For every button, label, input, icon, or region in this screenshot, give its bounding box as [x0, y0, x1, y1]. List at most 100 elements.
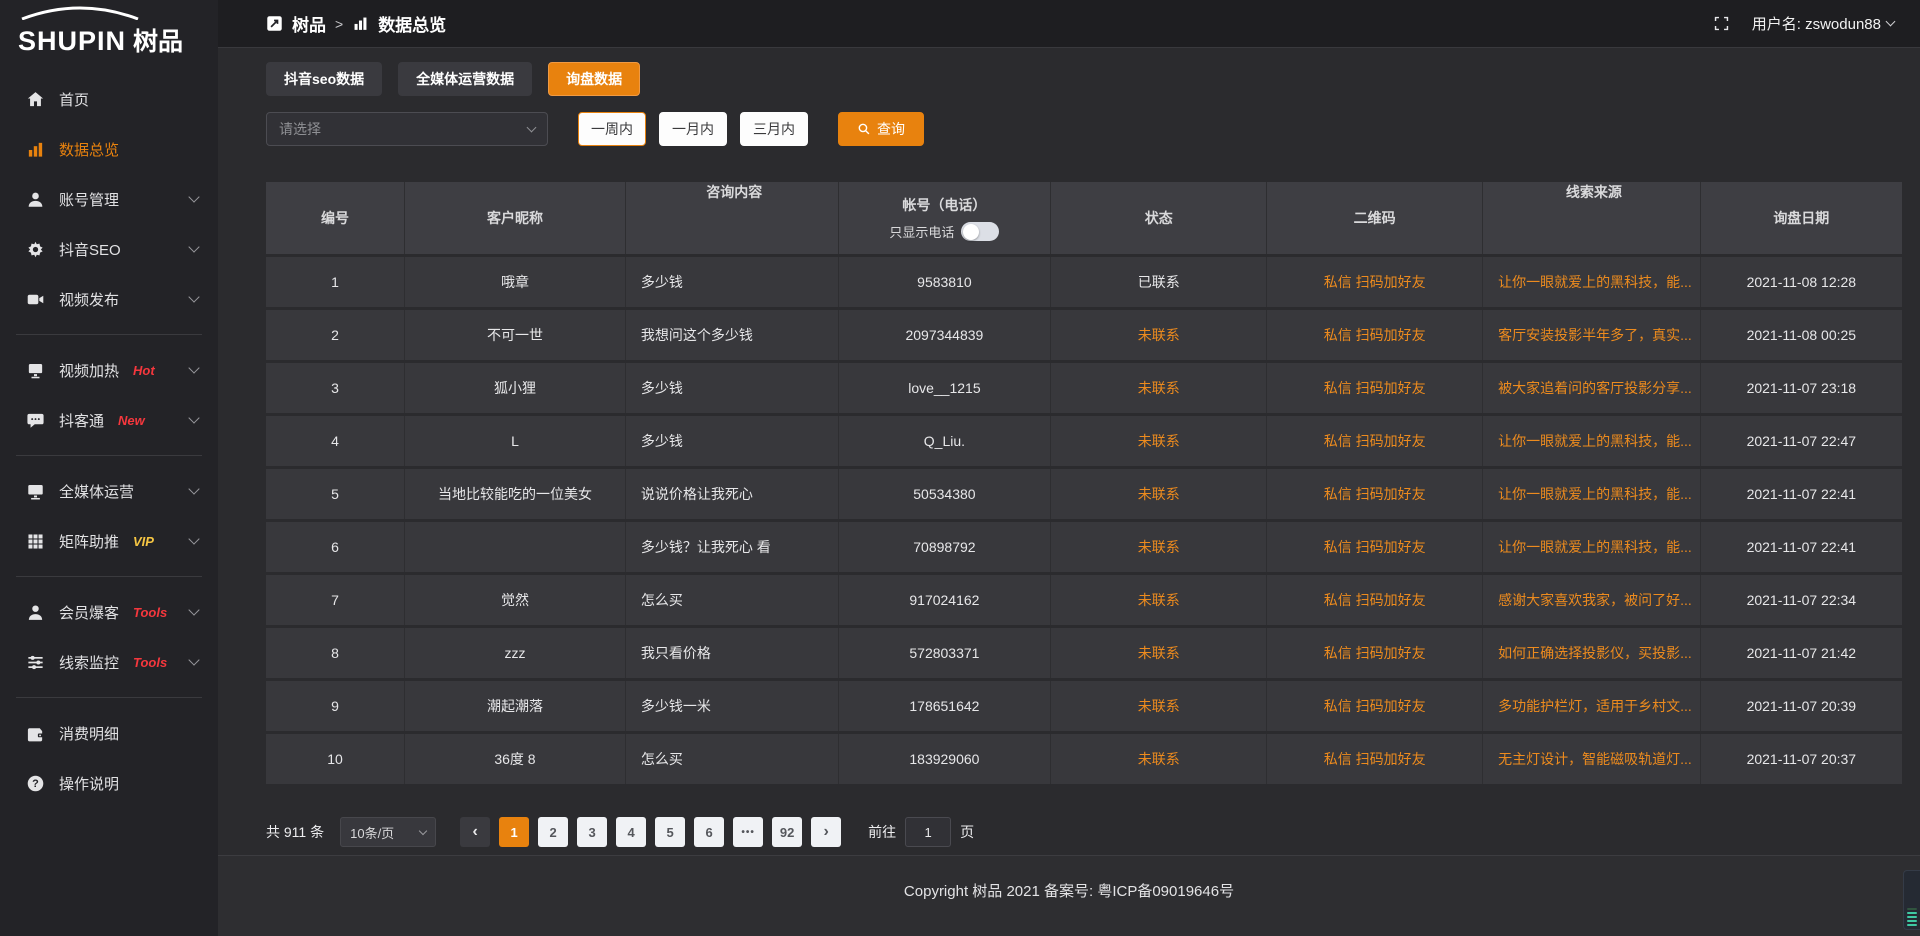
floating-widget[interactable] [1903, 870, 1920, 930]
cell-id: 9 [266, 681, 405, 731]
sidebar-item-视频加热[interactable]: 视频加热Hot [0, 345, 218, 395]
cell-id: 10 [266, 734, 405, 784]
cell-account: 572803371 [839, 628, 1052, 678]
qrcode-link[interactable]: 私信 扫码加好友 [1267, 734, 1483, 784]
next-page-button[interactable]: › [811, 817, 841, 847]
source-link[interactable]: 如何正确选择投影仪，买投影... [1483, 628, 1701, 678]
qrcode-link[interactable]: 私信 扫码加好友 [1267, 681, 1483, 731]
sidebar-divider [16, 697, 202, 698]
filter-bar: 请选择 一周内 一月内 三月内 查询 [266, 112, 1902, 146]
member-icon [26, 603, 45, 622]
sidebar-item-视频发布[interactable]: 视频发布 [0, 274, 218, 324]
sidebar-item-数据总览[interactable]: 数据总览 [0, 124, 218, 174]
cell-date: 2021-11-07 23:18 [1701, 363, 1902, 413]
cell-content: 多少钱一米 [626, 681, 839, 731]
goto-suffix-label: 页 [960, 822, 974, 842]
cell-content: 多少钱 [626, 363, 839, 413]
tab-omnimedia-data[interactable]: 全媒体运营数据 [398, 62, 532, 96]
cell-id: 1 [266, 257, 405, 307]
main-area: 树品 > 数据总览 用户名: zswodun88 抖音seo数据 [218, 0, 1920, 936]
sidebar-item-全媒体运营[interactable]: 全媒体运营 [0, 466, 218, 516]
breadcrumb-item-brand[interactable]: 树品 [292, 11, 326, 36]
page-button-3[interactable]: 3 [577, 817, 607, 847]
page-button-4[interactable]: 4 [616, 817, 646, 847]
source-link[interactable]: 被大家追着问的客厅投影分享... [1483, 363, 1701, 413]
page-size-select[interactable]: 10条/页 [340, 817, 436, 847]
period-three-months-button[interactable]: 三月内 [740, 112, 808, 146]
question-circle-icon: ? [26, 774, 45, 793]
goto-page-input[interactable] [905, 817, 951, 847]
qrcode-link[interactable]: 私信 扫码加好友 [1267, 310, 1483, 360]
cell-id: 2 [266, 310, 405, 360]
qrcode-link[interactable]: 私信 扫码加好友 [1267, 522, 1483, 572]
qrcode-link[interactable]: 私信 扫码加好友 [1267, 363, 1483, 413]
cell-account: love__1215 [839, 363, 1052, 413]
qrcode-link[interactable]: 私信 扫码加好友 [1267, 628, 1483, 678]
cell-date: 2021-11-08 00:25 [1701, 310, 1902, 360]
sidebar-item-label: 抖音SEO [59, 239, 121, 260]
source-link[interactable]: 让你一眼就爱上的黑科技，能... [1483, 257, 1701, 307]
cell-account: 2097344839 [839, 310, 1052, 360]
source-link[interactable]: 让你一眼就爱上的黑科技，能... [1483, 522, 1701, 572]
chevron-down-icon [1886, 17, 1896, 27]
account-select[interactable]: 请选择 [266, 112, 548, 146]
query-button[interactable]: 查询 [838, 112, 924, 146]
tab-douyin-seo-data[interactable]: 抖音seo数据 [266, 62, 382, 96]
chevron-down-icon [188, 191, 199, 202]
sidebar-item-账号管理[interactable]: 账号管理 [0, 174, 218, 224]
phone-only-toggle[interactable] [961, 222, 999, 241]
cell-id: 5 [266, 469, 405, 519]
cell-status: 未联系 [1051, 575, 1267, 625]
pagination-ellipsis[interactable]: ••• [733, 817, 763, 847]
table-row: 3狐小狸多少钱love__1215未联系私信 扫码加好友被大家追着问的客厅投影分… [266, 363, 1902, 416]
prev-page-button[interactable]: ‹ [460, 817, 490, 847]
sidebar-divider [16, 334, 202, 335]
sidebar-item-label: 视频加热 [59, 360, 119, 381]
chevron-down-icon [188, 533, 199, 544]
page-button-1[interactable]: 1 [499, 817, 529, 847]
table-row: 8zzz我只看价格572803371未联系私信 扫码加好友如何正确选择投影仪，买… [266, 628, 1902, 681]
chevron-down-icon [188, 604, 199, 615]
qrcode-link[interactable]: 私信 扫码加好友 [1267, 469, 1483, 519]
inquiry-table: 编号 客户昵称 咨询内容 帐号（电话） 只显示电话 状态 二维码 线索来源 询盘… [266, 182, 1902, 787]
sidebar-item-消费明细[interactable]: 消费明细 [0, 708, 218, 758]
sidebar-item-会员爆客[interactable]: 会员爆客Tools [0, 587, 218, 637]
source-link[interactable]: 客厅安装投影半年多了，真实... [1483, 310, 1701, 360]
period-one-month-button[interactable]: 一月内 [659, 112, 727, 146]
topbar: 树品 > 数据总览 用户名: zswodun88 [218, 0, 1920, 48]
cell-account: 917024162 [839, 575, 1052, 625]
page-button-5[interactable]: 5 [655, 817, 685, 847]
sidebar-item-首页[interactable]: 首页 [0, 74, 218, 124]
footer: Copyright 树品 2021 备案号: 粤ICP备09019646号 [218, 855, 1920, 936]
qrcode-link[interactable]: 私信 扫码加好友 [1267, 257, 1483, 307]
sidebar-item-抖音SEO[interactable]: 抖音SEO [0, 224, 218, 274]
qrcode-link[interactable]: 私信 扫码加好友 [1267, 416, 1483, 466]
cell-date: 2021-11-07 22:47 [1701, 416, 1902, 466]
chevron-down-icon [188, 654, 199, 665]
sidebar-item-抖客通[interactable]: 抖客通New [0, 395, 218, 445]
tab-inquiry-data[interactable]: 询盘数据 [548, 62, 640, 96]
sidebar-item-线索监控[interactable]: 线索监控Tools [0, 637, 218, 687]
chevron-down-icon [188, 412, 199, 423]
source-link[interactable]: 无主灯设计，智能磁吸轨道灯... [1483, 734, 1701, 784]
chevron-down-icon [188, 291, 199, 302]
source-link[interactable]: 让你一眼就爱上的黑科技，能... [1483, 469, 1701, 519]
cell-content: 说说价格让我死心 [626, 469, 839, 519]
cell-nickname: L [405, 416, 626, 466]
sidebar-item-操作说明[interactable]: ?操作说明 [0, 758, 218, 808]
fullscreen-icon[interactable] [1713, 15, 1730, 32]
qrcode-link[interactable]: 私信 扫码加好友 [1267, 575, 1483, 625]
page-button-2[interactable]: 2 [538, 817, 568, 847]
display-icon [26, 482, 45, 501]
cell-status: 未联系 [1051, 734, 1267, 784]
source-link[interactable]: 感谢大家喜欢我家，被问了好... [1483, 575, 1701, 625]
column-header-source: 线索来源 [1483, 182, 1701, 254]
source-link[interactable]: 让你一眼就爱上的黑科技，能... [1483, 416, 1701, 466]
sidebar-item-badge: Tools [133, 655, 167, 670]
page-button-92[interactable]: 92 [772, 817, 802, 847]
user-menu[interactable]: 用户名: zswodun88 [1752, 13, 1894, 34]
period-one-week-button[interactable]: 一周内 [578, 112, 646, 146]
source-link[interactable]: 多功能护栏灯，适用于乡村文... [1483, 681, 1701, 731]
sidebar-item-矩阵助推[interactable]: 矩阵助推VIP [0, 516, 218, 566]
page-button-6[interactable]: 6 [694, 817, 724, 847]
